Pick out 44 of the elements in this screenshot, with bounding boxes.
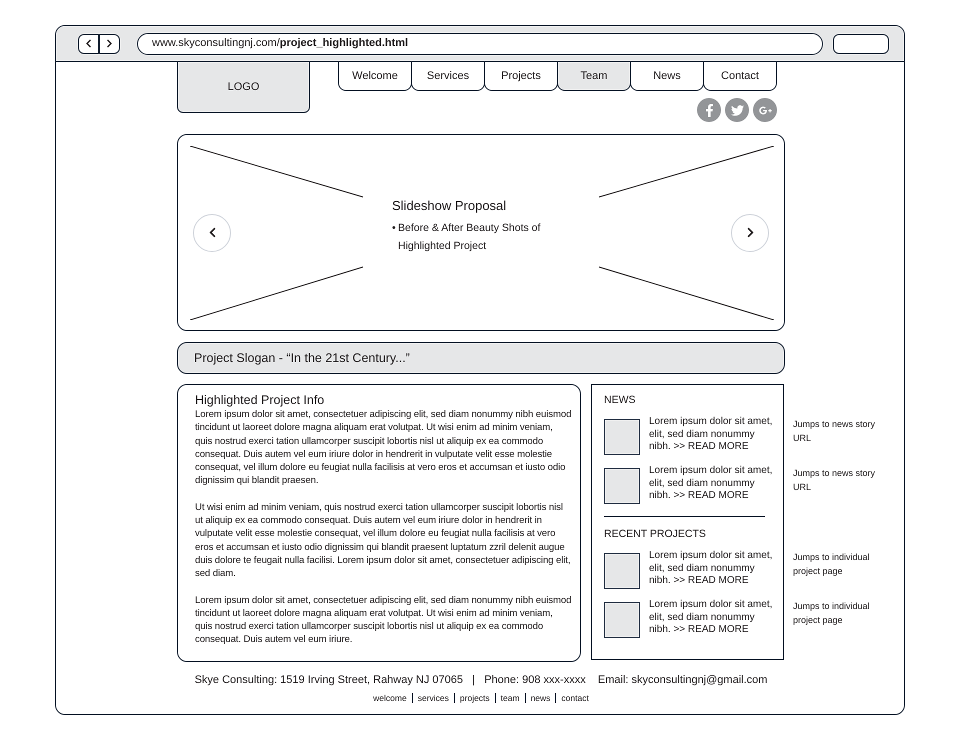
- info-paragraph: Ut wisi enim ad minim veniam, quis nostrud exerci tation ullamcorper suscipit lobortis nisl ut aliquip ex ea commodo consequat. Duis autem vel eum iriure dolor in hendrerit in vulputate velit esse molestie consequat, vel illum dolore eu feugiat nulla facilisis at vero eros et accumsan et iusto odio dignissim qui blandit praesent luptatum zzril delenit augue duis dolore te feugait nulla facilisi. Lorem ipsum dolor sit amet, consectetuer adipiscing elit, sed diam.: [195, 500, 572, 581]
- address-field[interactable]: www.skyconsultingnj.com/project_highlighted.html: [137, 32, 823, 54]
- slideshow-bullet-text: Before & After Beauty Shots of Highlighted Project: [398, 220, 542, 254]
- annotation-note: Jumps to individual project page: [792, 600, 871, 627]
- news-teaser[interactable]: Lorem ipsum dolor sit amet, elit, sed diam nonummy nibh. >> READ MORE: [649, 465, 779, 503]
- forward-button[interactable]: [99, 34, 120, 54]
- footer-link[interactable]: services: [412, 692, 454, 702]
- nav-tab[interactable]: Team: [557, 61, 631, 91]
- thumbnail-placeholder: [604, 468, 640, 504]
- footer-link[interactable]: team: [494, 692, 525, 702]
- g-logo-icon[interactable]: [753, 98, 777, 122]
- news-teaser[interactable]: Lorem ipsum dolor sit amet, elit, sed diam nonummy nibh. >> READ MORE: [649, 550, 779, 588]
- annotation-note: Jumps to individual project page: [792, 551, 871, 578]
- chevron-left-icon: [206, 227, 218, 238]
- footer-link[interactable]: welcome: [368, 692, 412, 702]
- chevron-right-icon: [744, 227, 756, 238]
- toolbar-blank-box: [833, 34, 889, 54]
- nav-tab[interactable]: Welcome: [338, 61, 412, 91]
- info-title: Highlighted Project Info: [195, 392, 326, 408]
- forward-icon: [105, 39, 114, 48]
- footer-contact: Skye Consulting: 1519 Irving Street, Rahway NJ 07065 | Phone: 908 xxx-xxxx Email: skyconsultingnj@gmail.com: [194, 673, 768, 688]
- back-icon: [84, 39, 93, 48]
- nav-tab[interactable]: Contact: [703, 61, 777, 91]
- bird-logo-icon[interactable]: [725, 98, 749, 122]
- footer-link[interactable]: contact: [555, 692, 594, 702]
- footer-link[interactable]: news: [524, 692, 556, 702]
- back-button[interactable]: [78, 34, 99, 54]
- info-paragraph: Lorem ipsum dolor sit amet, consectetuer adipiscing elit, sed diam nonummy nibh euismod tincidunt ut laoreet dolore magna aliquam erat volutpat. Ut wisi enim ad minim veniam, quis nostrud exerci tation ullamcorper suscipit lobortis nisl ut aliquip ex ea commodo consequat. Duis autem vel eum iriure.: [195, 594, 572, 647]
- f-logo-icon[interactable]: [697, 98, 721, 122]
- slideshow-title: Slideshow Proposal: [392, 197, 508, 216]
- section-heading: RECENT PROJECTS: [604, 527, 707, 542]
- info-paragraph: Lorem ipsum dolor sit amet, consectetuer adipiscing elit, sed diam nonummy nibh euismod tincidunt ut laoreet dolore magna aliquam erat volutpat. Ut wisi enim ad minim veniam, quis nostrud exerci tation ullamcorper suscipit lobortis nisl ut aliquip ex ea commodo consequat. Duis autem vel eum iriure dolor in hendrerit in vulputate velit esse molestie consequat, vel illum dolore eu feugiat nulla facilisis at vero eros et accumsan et iusto odio dignissim qui blandit praesen.: [195, 408, 572, 488]
- thumbnail-placeholder: [604, 602, 640, 638]
- logo-text: LOGO: [228, 80, 260, 95]
- annotation-note: Jumps to news story URL: [792, 467, 876, 494]
- annotation-note: Jumps to news story URL: [792, 418, 876, 444]
- section-heading: NEWS: [604, 393, 636, 408]
- bullet-mark: •: [392, 220, 397, 236]
- footer-link[interactable]: projects: [454, 692, 495, 702]
- news-teaser[interactable]: Lorem ipsum dolor sit amet, elit, sed diam nonummy nibh. >> READ MORE: [649, 599, 779, 637]
- thumbnail-placeholder: [604, 419, 640, 455]
- news-teaser[interactable]: Lorem ipsum dolor sit amet, elit, sed diam nonummy nibh. >> READ MORE: [649, 416, 779, 454]
- slogan-bar: Project Slogan - “In the 21st Century...”: [177, 342, 785, 374]
- thumbnail-placeholder: [604, 553, 640, 589]
